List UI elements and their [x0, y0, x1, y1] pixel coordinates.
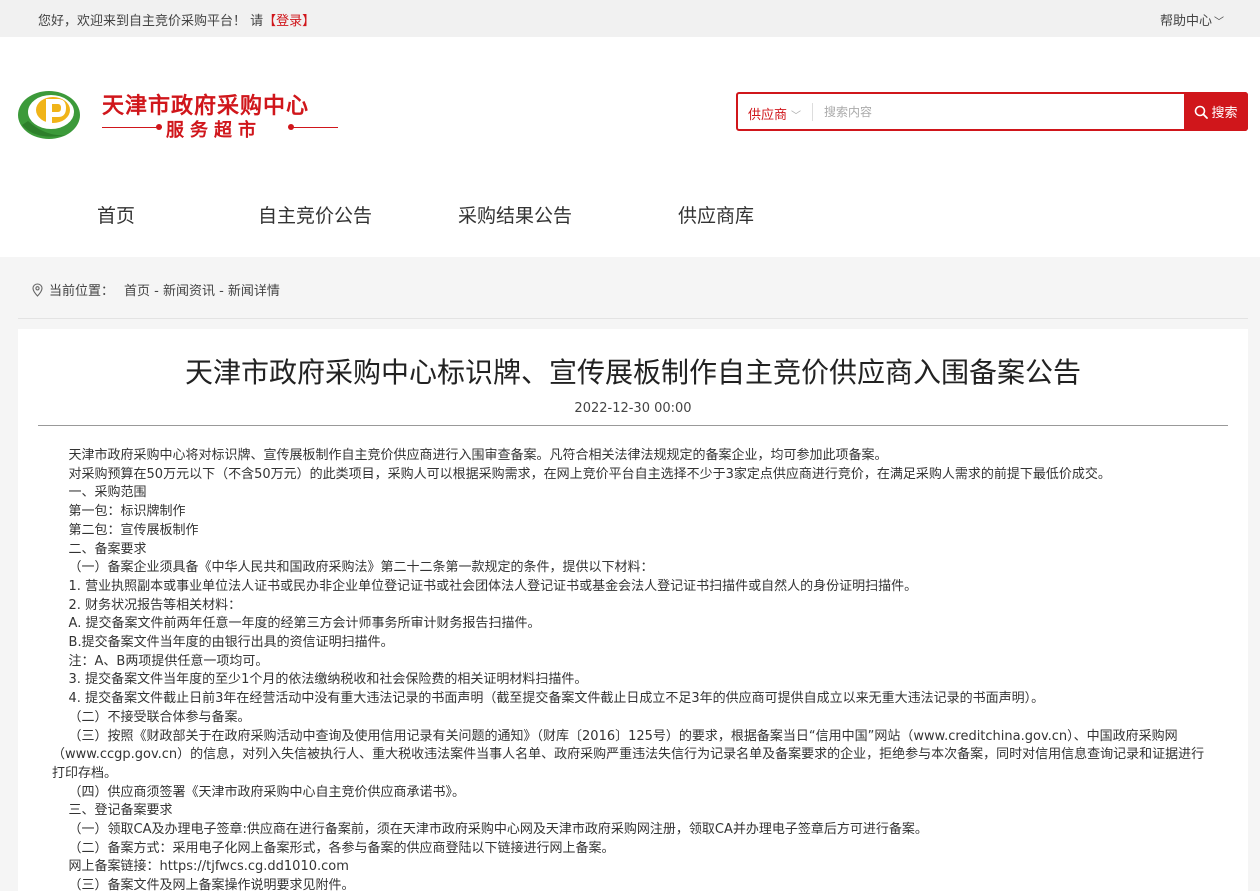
search-category-select[interactable]: 供应商 ﹀: [748, 104, 801, 123]
article-title: 天津市政府采购中心标识牌、宣传展板制作自主竞价供应商入围备案公告: [184, 356, 1081, 389]
main-nav: 首页 自主竞价公告 采购结果公告 供应商库: [0, 197, 1260, 237]
help-center-label: 帮助中心: [1159, 14, 1212, 29]
help-center-menu[interactable]: 帮助中心 ﹀: [1160, 10, 1224, 29]
logo-right-line: [292, 127, 338, 128]
article-paragraph: 三、登记备案要求: [52, 803, 173, 819]
article-paragraph: B.提交备案文件当年度的由银行出具的资信证明扫描件。: [52, 635, 394, 651]
logo-subtitle-block: 服务超市: [102, 117, 338, 141]
article-date: 2022-12-30 00:00: [574, 401, 692, 416]
article-paragraph: 1. 营业执照副本或事业单位法人证书或民办非企业单位登记证书或社会团体法人登记证…: [52, 578, 918, 594]
breadcrumb: 当前位置： 首页 - 新闻资讯 - 新闻详情: [32, 280, 280, 299]
nav-item-bidding-announcements[interactable]: 自主竞价公告: [258, 201, 372, 228]
article-paragraph: 对采购预算在50万元以下（不含50万元）的此类项目，采购人可以根据采购需求，在网…: [52, 466, 1111, 482]
search-button-label: 搜索: [1211, 106, 1238, 121]
location-pin-icon: [32, 282, 43, 297]
article-paragraph: 注：A、B两项提供任意一项均可。: [52, 653, 269, 669]
logo-emblem-icon: [18, 91, 80, 139]
top-bar: 您好，欢迎来到自主竞价采购平台！ 请【登录】 帮助中心 ﹀: [0, 0, 1260, 37]
nav-item-home[interactable]: 首页: [97, 201, 135, 228]
login-link[interactable]: 【登录】: [263, 14, 315, 29]
article-paragraph: （二）备案方式：采用电子化网上备案形式，各参与备案的供应商登陆以下链接进行网上备…: [52, 840, 615, 856]
article-paragraph: （三）备案文件及网上备案操作说明要求见附件。: [52, 878, 355, 891]
article-paragraph: A. 提交备案文件前两年任意一年度的经第三方会计师事务所审计财务报告扫描件。: [52, 616, 541, 632]
welcome-message: 您好，欢迎来到自主竞价采购平台！ 请: [38, 14, 264, 29]
article-paragraph: 第二包：宣传展板制作: [52, 522, 199, 538]
nav-item-result-announcements[interactable]: 采购结果公告: [458, 201, 572, 228]
welcome-text: 您好，欢迎来到自主竞价采购平台！ 请【登录】: [38, 10, 315, 29]
article-paragraph: （一）领取CA及办理电子签章:供应商在进行备案前，须在天津市政府采购中心网及天津…: [52, 822, 928, 838]
breadcrumb-label: 当前位置：: [49, 284, 115, 299]
article-paragraph: 二、备案要求: [52, 541, 147, 557]
article-paragraph: 2. 财务状况报告等相关材料：: [52, 597, 242, 613]
search-divider: [812, 103, 813, 121]
breadcrumb-path[interactable]: 首页 - 新闻资讯 - 新闻详情: [124, 280, 280, 299]
article-paragraph: 4. 提交备案文件截止日前3年在经营活动中没有重大违法记录的书面声明（截至提交备…: [52, 691, 1045, 707]
site-logo[interactable]: 天津市政府采购中心 服务超市: [16, 85, 338, 145]
nav-item-supplier-library[interactable]: 供应商库: [678, 201, 754, 228]
search-icon: [1195, 105, 1209, 119]
article-divider: [38, 425, 1228, 426]
logo-subtitle: 服务超市: [166, 120, 262, 141]
article-paragraph: 网上备案链接：https://tjfwcs.cg.dd1010.com: [52, 859, 349, 875]
chevron-down-icon: ﹀: [1214, 17, 1224, 28]
article-paragraph: 天津市政府采购中心将对标识牌、宣传展板制作自主竞价供应商进行入围审查备案。凡符合…: [52, 448, 888, 463]
article-paragraph: 3. 提交备案文件当年度的至少1个月的依法缴纳税收和社会保险费的相关证明材料扫描…: [52, 672, 588, 688]
logo-left-line: [102, 127, 162, 128]
logo-left-dot: [156, 124, 162, 130]
article-paragraph: 第一包：标识牌制作: [52, 504, 186, 520]
article-paragraph: （四）供应商须签署《天津市政府采购中心自主竞价供应商承诺书》。: [52, 784, 466, 800]
article-paragraph: （三）按照《财政部关于在政府采购活动中查询及使用信用记录有关问题的通知》（财库〔…: [52, 728, 1205, 781]
article-paragraph: （一）备案企业须具备《中华人民共和国政府采购法》第二十二条第一款规定的条件，提供…: [52, 560, 654, 576]
breadcrumb-divider: [18, 318, 1248, 319]
article-paragraph: （二）不接受联合体参与备案。: [52, 709, 251, 725]
chevron-down-icon: ﹀: [791, 111, 802, 122]
site-header: 天津市政府采购中心 服务超市 供应商﹀ 搜索 首页 自主竞价公告 采购结果公告 …: [0, 37, 1260, 257]
search-button[interactable]: 搜索: [1184, 92, 1248, 131]
search-category-value: 供应商: [748, 108, 788, 123]
article-panel: 天津市政府采购中心标识牌、宣传展板制作自主竞价供应商入围备案公告 2022-12…: [18, 329, 1248, 891]
search-bar: 供应商 ﹀ 搜索: [736, 92, 1248, 131]
article-paragraph: 一、采购范围: [52, 485, 147, 501]
article-body: 天津市政府采购中心将对标识牌、宣传展板制作自主竞价供应商进行入围审查备案。凡符合…: [52, 447, 1212, 891]
search-input[interactable]: [824, 100, 1174, 124]
